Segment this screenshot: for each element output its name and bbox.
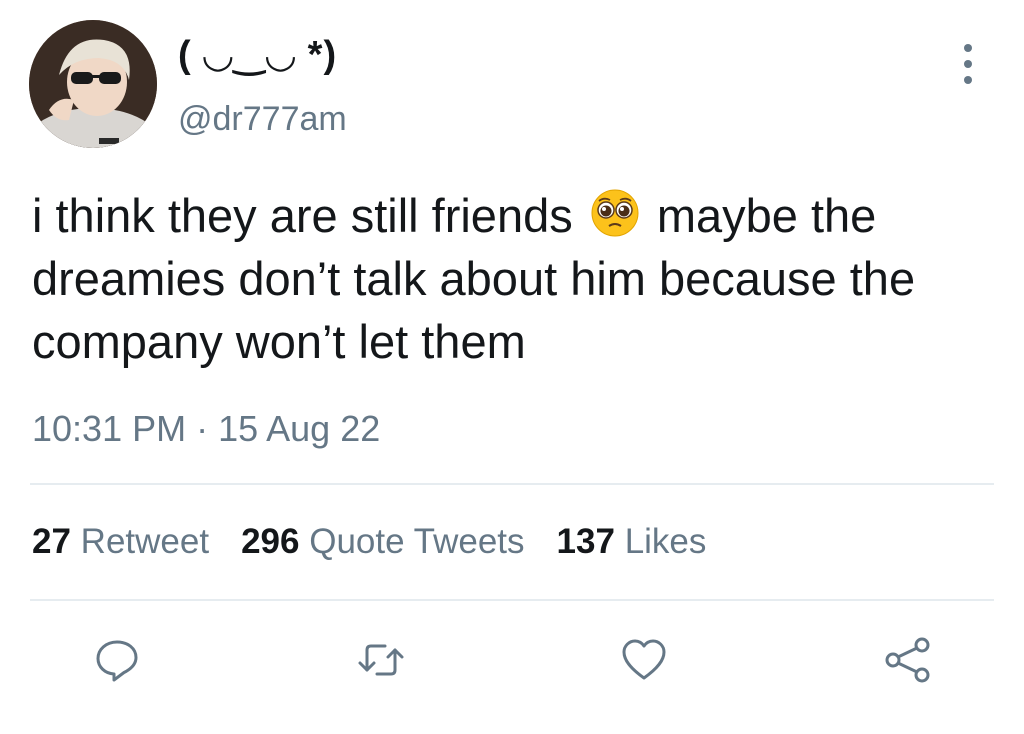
likes-count: 137	[556, 522, 615, 561]
retweets-count: 27	[32, 522, 71, 561]
share-button[interactable]	[884, 636, 932, 684]
tweet-text-part-1: i think they are still friends	[32, 189, 573, 242]
pleading-face-emoji	[590, 188, 640, 238]
tweet-stats: 27 Retweet 296 Quote Tweets 137 Likes	[32, 522, 706, 562]
divider	[30, 483, 994, 485]
tweet-text: i think they are still friends maybe the…	[32, 184, 992, 373]
share-icon	[885, 637, 930, 683]
retweet-icon	[358, 644, 404, 676]
avatar[interactable]	[29, 20, 157, 148]
avatar-photo	[29, 20, 157, 148]
likes-label: Likes	[624, 522, 707, 561]
display-name[interactable]: ( ◡‿◡ *)	[178, 32, 337, 77]
user-handle[interactable]: @dr777am	[178, 100, 347, 139]
more-dot	[964, 44, 972, 52]
more-dot	[964, 76, 972, 84]
tweet-timestamp[interactable]: 10:31 PM · 15 Aug 22	[32, 408, 380, 450]
quotes-stat[interactable]: 296 Quote Tweets	[241, 522, 524, 562]
retweet-button[interactable]	[357, 636, 405, 684]
reply-icon	[96, 640, 138, 682]
like-icon	[622, 639, 666, 680]
more-options-icon[interactable]	[950, 40, 986, 88]
retweets-label: Retweet	[80, 522, 210, 561]
likes-stat[interactable]: 137 Likes	[557, 522, 707, 562]
quotes-label: Quote Tweets	[309, 522, 525, 561]
divider	[30, 599, 994, 601]
retweets-stat[interactable]: 27 Retweet	[32, 522, 209, 562]
more-dot	[964, 60, 972, 68]
quotes-count: 296	[241, 522, 300, 561]
reply-button[interactable]	[93, 636, 141, 684]
like-button[interactable]	[620, 636, 668, 684]
